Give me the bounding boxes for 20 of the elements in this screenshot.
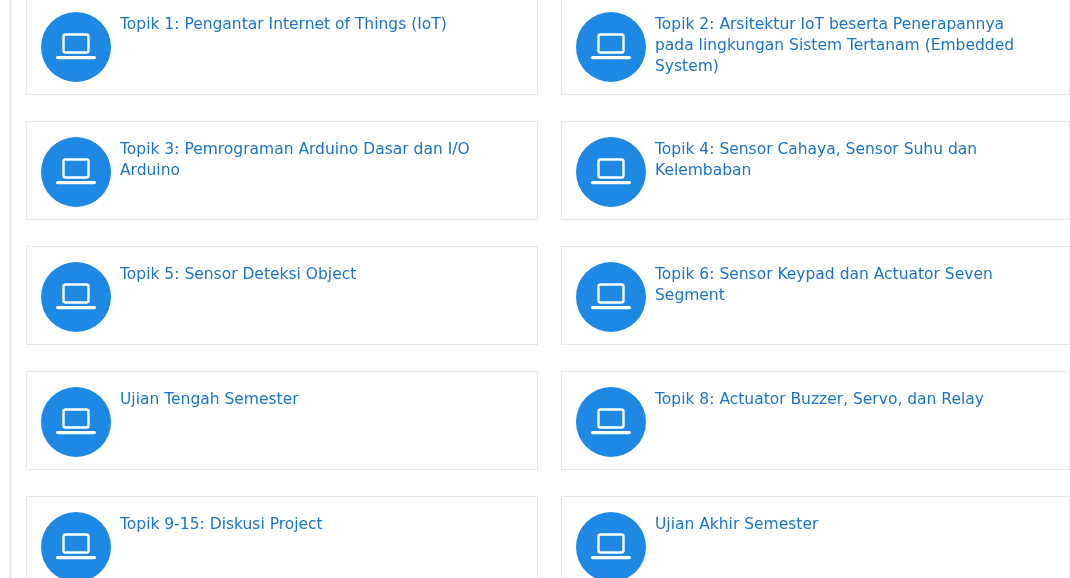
topic-link[interactable]: Topik 5: Sensor Deteksi Object: [120, 264, 357, 285]
topic-link[interactable]: Topik 3: Pemrograman Arduino Dasar dan I/O Arduino: [120, 139, 505, 181]
laptop-icon[interactable]: [576, 137, 646, 207]
laptop-icon[interactable]: [41, 262, 111, 332]
laptop-icon[interactable]: [576, 12, 646, 82]
topic-link[interactable]: Ujian Tengah Semester: [120, 389, 299, 410]
laptop-icon[interactable]: [576, 512, 646, 578]
topic-link[interactable]: Topik 8: Actuator Buzzer, Servo, dan Relay: [655, 389, 984, 410]
topic-link[interactable]: Topik 6: Sensor Keypad dan Actuator Seven Segment: [655, 264, 1040, 306]
laptop-icon[interactable]: [41, 137, 111, 207]
laptop-icon[interactable]: [41, 512, 111, 578]
topic-link[interactable]: Topik 9-15: Diskusi Project: [120, 514, 323, 535]
laptop-icon[interactable]: [576, 387, 646, 457]
topic-link[interactable]: Topik 2: Arsitektur IoT beserta Penerapannya pada lingkungan Sistem Tertanam (Embedded System): [655, 14, 1040, 77]
topic-link[interactable]: Ujian Akhir Semester: [655, 514, 819, 535]
laptop-icon[interactable]: [41, 387, 111, 457]
laptop-icon[interactable]: [576, 262, 646, 332]
topic-link[interactable]: Topik 4: Sensor Cahaya, Sensor Suhu dan Kelembaban: [655, 139, 1040, 181]
laptop-icon[interactable]: [41, 12, 111, 82]
topic-link[interactable]: Topik 1: Pengantar Internet of Things (IoT): [120, 14, 447, 35]
